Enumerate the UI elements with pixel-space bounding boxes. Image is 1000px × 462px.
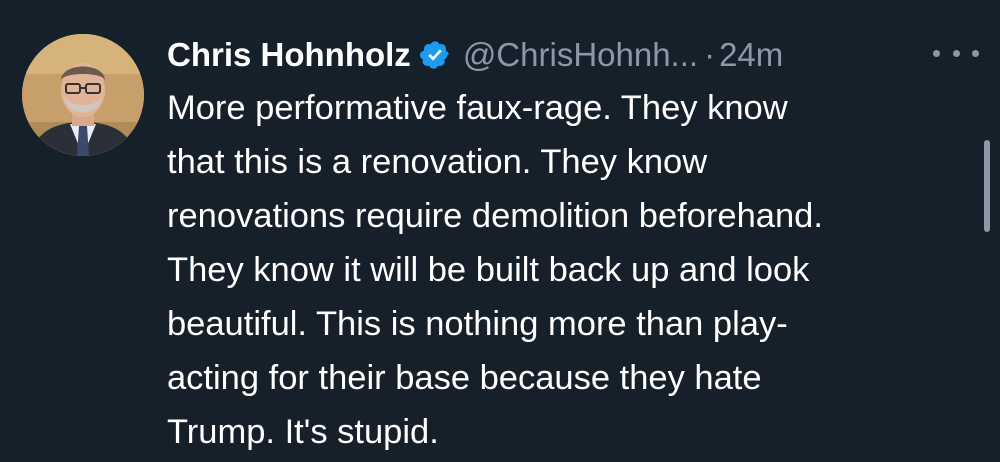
more-dot: [952, 49, 960, 57]
timestamp[interactable]: 24m: [719, 36, 783, 74]
tweet-text-line: beautiful. This is nothing more than pla…: [167, 305, 788, 343]
tweet-text-line: acting for their base because they hate: [167, 359, 762, 397]
author-name[interactable]: Chris Hohnholz: [167, 36, 411, 74]
tweet-text: More performative faux-rage. They know t…: [167, 81, 967, 459]
tweet-text-line: They know it will be built back up and l…: [167, 251, 810, 289]
tweet-header: Chris Hohnholz @ChrisHohnh... · 24m: [167, 30, 977, 80]
more-options-icon[interactable]: [933, 38, 979, 68]
scrollbar-thumb[interactable]: [984, 140, 990, 232]
tweet-text-line: renovations require demolition beforehan…: [167, 197, 823, 235]
verified-badge-icon[interactable]: [419, 39, 451, 71]
avatar-photo-icon: [22, 34, 144, 156]
meta-separator: ·: [704, 36, 716, 73]
author-handle[interactable]: @ChrisHohnh...: [463, 36, 698, 74]
more-dot: [933, 49, 940, 57]
more-dot: [972, 49, 979, 57]
tweet-text-line: Trump. It's stupid.: [167, 413, 439, 451]
avatar[interactable]: [22, 34, 144, 156]
tweet-text-line: that this is a renovation. They know: [167, 143, 708, 181]
tweet-text-line: More performative faux-rage. They know: [167, 89, 788, 127]
tweet-card[interactable]: Chris Hohnholz @ChrisHohnh... · 24m More…: [0, 0, 1000, 462]
